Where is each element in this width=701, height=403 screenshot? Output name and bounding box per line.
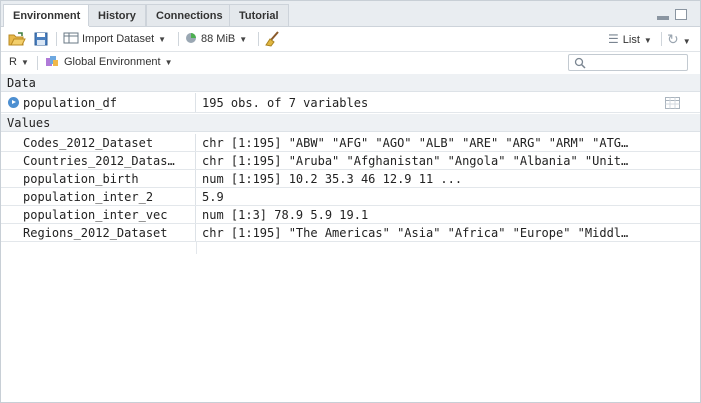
table-row[interactable]: population_inter_vec num [1:3] 78.9 5.9 … bbox=[1, 206, 700, 224]
memory-usage-label: 88 MiB bbox=[201, 33, 236, 45]
table-row[interactable]: population_inter_2 5.9 bbox=[1, 188, 700, 206]
broom-clear-icon[interactable] bbox=[264, 31, 280, 47]
view-table-icon[interactable] bbox=[665, 97, 680, 109]
column-divider bbox=[196, 242, 197, 254]
data-section-header: Data bbox=[1, 74, 700, 92]
values-section-header: Values bbox=[1, 114, 700, 132]
environment-pane: Environment History Connections Tutorial… bbox=[0, 0, 701, 403]
tab-history[interactable]: History bbox=[88, 4, 146, 26]
variable-value: 195 obs. of 7 variables bbox=[202, 96, 369, 110]
table-row[interactable]: Codes_2012_Dataset chr [1:195] "ABW" "AF… bbox=[1, 134, 700, 152]
main-toolbar: Import Dataset ▼ 88 MiB ▼ ☰ List ▼ ↻ ▼ bbox=[1, 27, 700, 52]
table-row[interactable]: Regions_2012_Dataset chr [1:195] "The Am… bbox=[1, 224, 700, 242]
variable-name: Regions_2012_Dataset bbox=[1, 224, 196, 241]
variable-name: population_df bbox=[1, 93, 196, 112]
variable-value: chr [1:195] "Aruba" "Afghanistan" "Angol… bbox=[202, 154, 629, 168]
tab-connections[interactable]: Connections bbox=[146, 4, 233, 26]
variable-name: population_birth bbox=[1, 170, 196, 187]
table-row[interactable]: Countries_2012_Datas… chr [1:195] "Aruba… bbox=[1, 152, 700, 170]
save-icon[interactable] bbox=[34, 32, 48, 46]
variable-value: chr [1:195] "The Americas" "Asia" "Afric… bbox=[202, 226, 629, 240]
table-row[interactable]: population_df 195 obs. of 7 variables bbox=[1, 93, 700, 113]
tab-tutorial[interactable]: Tutorial bbox=[229, 4, 289, 26]
memory-pie-icon bbox=[186, 33, 196, 43]
variable-value: chr [1:195] "ABW" "AFG" "AGO" "ALB" "ARE… bbox=[202, 136, 629, 150]
chevron-down-icon: ▼ bbox=[164, 58, 173, 67]
minimize-icon[interactable] bbox=[657, 16, 669, 20]
import-dataset-button[interactable]: Import Dataset ▼ bbox=[63, 27, 166, 51]
variable-value: num [1:195] 10.2 35.3 46 12.9 11 ... bbox=[202, 172, 463, 186]
view-mode-button[interactable]: ☰ List ▼ bbox=[608, 27, 652, 51]
view-mode-label: List bbox=[622, 34, 640, 46]
chevron-down-icon: ▼ bbox=[20, 58, 29, 67]
table-import-icon bbox=[63, 32, 79, 44]
tab-environment[interactable]: Environment bbox=[3, 4, 91, 27]
variable-name: Countries_2012_Datas… bbox=[1, 152, 196, 169]
open-folder-icon[interactable] bbox=[8, 32, 26, 46]
refresh-icon: ↻ bbox=[667, 31, 679, 47]
language-select[interactable]: R ▼ bbox=[9, 52, 29, 74]
environment-cubes-icon bbox=[46, 56, 58, 66]
list-icon: ☰ bbox=[608, 32, 619, 46]
search-input[interactable] bbox=[568, 54, 688, 71]
refresh-button[interactable]: ↻ ▼ bbox=[667, 27, 691, 51]
variable-name: population_inter_2 bbox=[1, 188, 196, 205]
chevron-down-icon: ▼ bbox=[239, 35, 248, 44]
maximize-icon[interactable] bbox=[675, 9, 687, 20]
variable-value: 5.9 bbox=[202, 190, 224, 204]
environment-label: Global Environment bbox=[64, 56, 161, 68]
language-label: R bbox=[9, 56, 17, 68]
variable-value: num [1:3] 78.9 5.9 19.1 bbox=[202, 208, 369, 222]
import-dataset-label: Import Dataset bbox=[82, 33, 155, 45]
variable-name: Codes_2012_Dataset bbox=[1, 134, 196, 151]
memory-usage-button[interactable]: 88 MiB ▼ bbox=[185, 27, 247, 51]
chevron-down-icon: ▼ bbox=[682, 37, 691, 46]
environment-toolbar: R ▼ Global Environment ▼ bbox=[1, 52, 700, 75]
table-row[interactable]: population_birth num [1:195] 10.2 35.3 4… bbox=[1, 170, 700, 188]
chevron-down-icon: ▼ bbox=[158, 35, 167, 44]
variable-name: population_inter_vec bbox=[1, 206, 196, 223]
chevron-down-icon: ▼ bbox=[643, 36, 652, 45]
search-icon bbox=[574, 57, 586, 69]
environment-select[interactable]: Global Environment ▼ bbox=[45, 52, 173, 74]
tab-bar: Environment History Connections Tutorial bbox=[1, 1, 700, 27]
